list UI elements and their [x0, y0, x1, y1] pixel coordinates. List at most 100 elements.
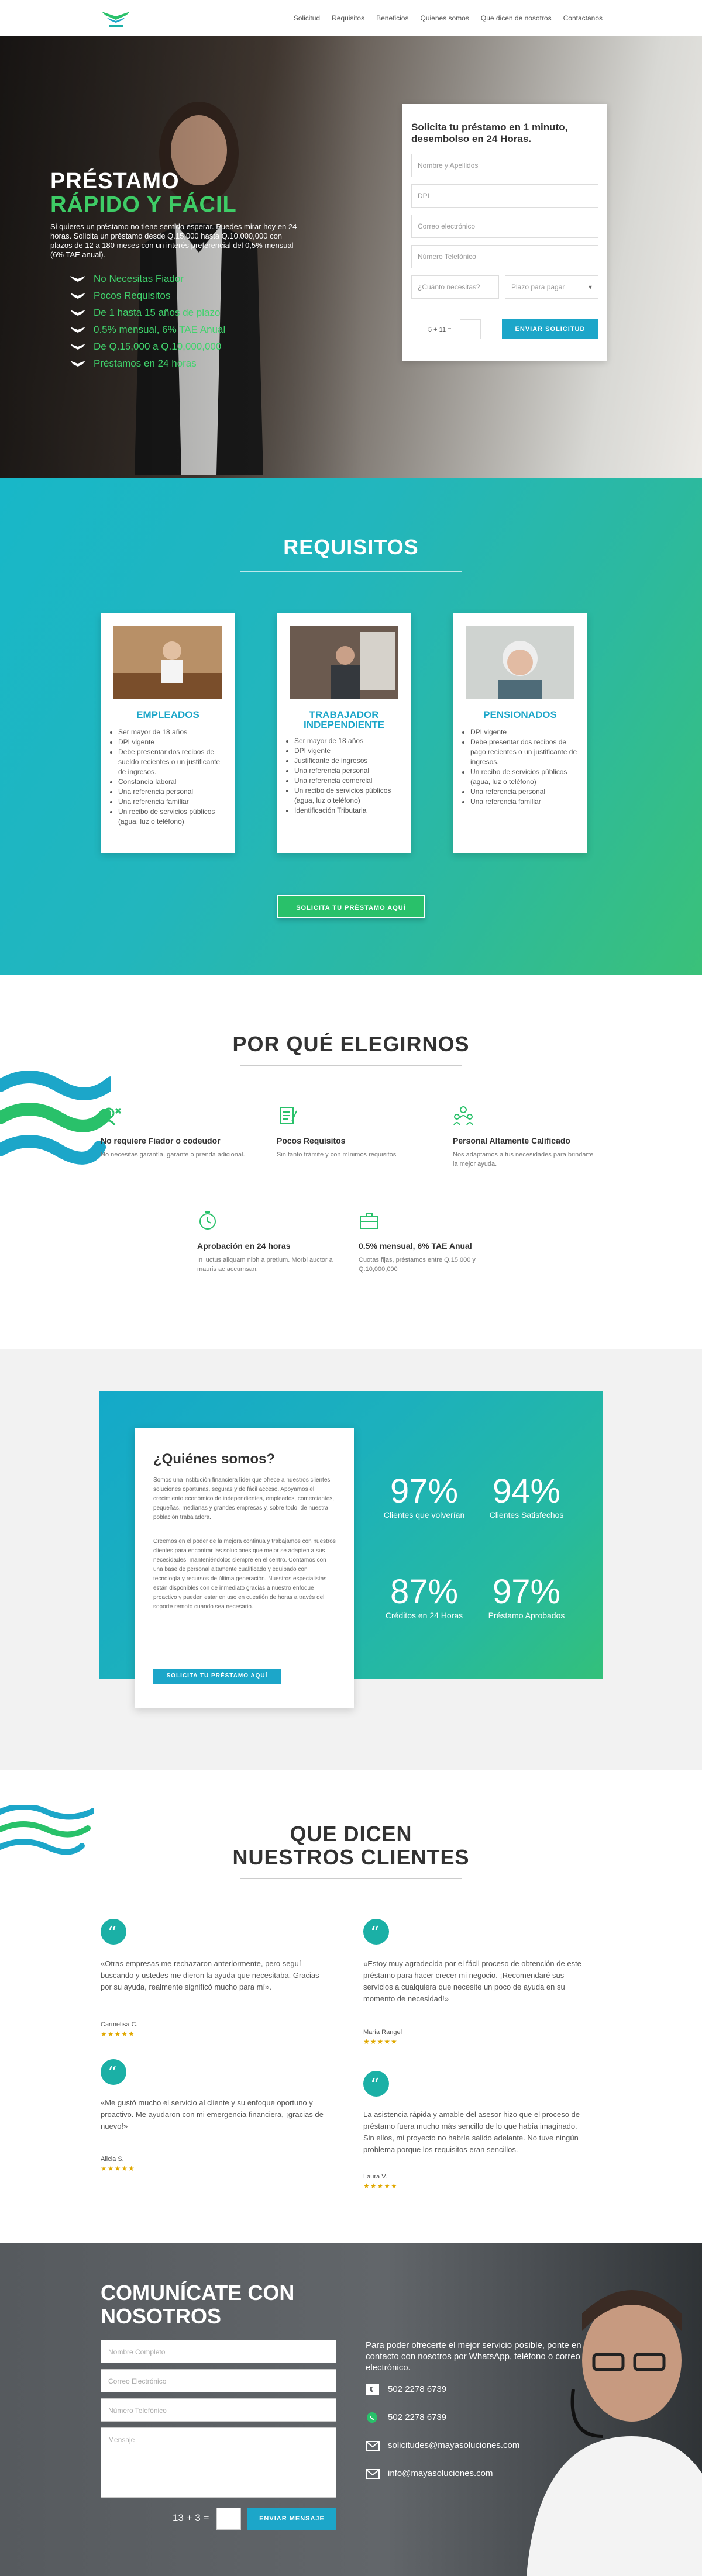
- quote-icon: “: [101, 2059, 126, 2085]
- testimonials-title-line2: NUESTROS CLIENTES: [232, 1845, 470, 1869]
- list-item: Debe presentar dos recibos de pago recie…: [470, 737, 579, 767]
- captcha-input[interactable]: [460, 319, 481, 339]
- briefcase-icon: [360, 1213, 378, 1229]
- testimonial-quote: «Estoy muy agradecida por el fácil proce…: [363, 1959, 581, 2003]
- company-logo[interactable]: [99, 6, 132, 29]
- nav-item-solicitud[interactable]: Solicitud: [294, 14, 320, 22]
- about-paragraph-1: Somos una institución financiera líder q…: [153, 1477, 335, 1521]
- testimonials-title: QUE DICEN NUESTROS CLIENTES: [0, 1822, 702, 1869]
- contact-intro: Para poder ofrecerte el mejor servicio p…: [366, 2340, 581, 2373]
- hero-benefit: De Q.15,000 a Q.10,000,000: [70, 338, 225, 355]
- nav-item-testimonios[interactable]: Que dicen de nosotros: [481, 14, 552, 22]
- list-item: Una referencia personal: [470, 787, 579, 797]
- list-item: Identificación Tributaria: [294, 806, 402, 816]
- send-message-button[interactable]: ENVIAR MENSAJE: [247, 2508, 336, 2530]
- requirement-card-employees: EMPLEADOS Ser mayor de 18 años DPI vigen…: [101, 613, 235, 853]
- contact-message-textarea[interactable]: Mensaje: [101, 2427, 336, 2498]
- hero-benefit-text: De Q.15,000 a Q.10,000,000: [94, 341, 222, 352]
- about-card: ¿Quiénes somos? Somos una institución fi…: [135, 1428, 354, 1708]
- whatsapp-icon: [367, 2412, 377, 2423]
- no-guarantor-icon: [102, 1107, 122, 1125]
- decorative-waves: [0, 1071, 111, 1165]
- list-item: Ser mayor de 18 años: [118, 727, 226, 737]
- support-agent-photo: [526, 2290, 702, 2576]
- stat-return-clients: 97% Clientes que volverían: [366, 1473, 483, 1520]
- hero-benefit-text: De 1 hasta 15 años de plazo: [94, 307, 221, 318]
- hero-intro: Si quieres un préstamo no tiene sentido …: [50, 222, 297, 259]
- contact-email-input[interactable]: Correo Electrónico: [101, 2369, 336, 2392]
- phone-input[interactable]: Número Telefónico: [411, 245, 598, 268]
- list-item: DPI vigente: [470, 727, 579, 737]
- nav-item-beneficios[interactable]: Beneficios: [376, 14, 408, 22]
- contact-title: COMUNÍCATE CON NOSOTROS: [101, 2281, 295, 2328]
- contact-captcha-input[interactable]: [216, 2508, 241, 2530]
- card-requirements-list: Ser mayor de 18 años DPI vigente Justifi…: [294, 736, 402, 816]
- list-item: Justificante de ingresos: [294, 756, 402, 766]
- contact-phone-input[interactable]: Número Telefónico: [101, 2398, 336, 2422]
- feature-24h-approval: Aprobación en 24 horas In luctus aliquam…: [197, 1210, 343, 1274]
- contact-email-requests[interactable]: solicitudes@mayasoluciones.com: [366, 2440, 519, 2451]
- hero-benefit-text: Pocos Requisitos: [94, 290, 171, 301]
- why-choose-us-section: POR QUÉ ELEGIRNOS No requiere Fiador o c…: [0, 975, 702, 1349]
- contact-name-input[interactable]: Nombre Completo: [101, 2340, 336, 2363]
- hero-benefit-text: No Necesitas Fiador: [94, 273, 184, 284]
- testimonial-author: Alicia S.: [101, 2156, 124, 2163]
- feature-qualified-staff: Personal Altamente Calificado Nos adapta…: [453, 1105, 599, 1169]
- term-select-value: Plazo para pagar: [511, 283, 565, 291]
- wing-icon: [70, 327, 85, 333]
- feature-text: No necesitas garantía, garante o prenda …: [101, 1151, 245, 1158]
- captcha-question: 5 + 11 =: [428, 326, 452, 333]
- nav-item-requisitos[interactable]: Requisitos: [332, 14, 364, 22]
- name-input[interactable]: Nombre y Apellidos: [411, 154, 598, 177]
- requirements-section: REQUISITOS EMPLEADOS Ser mayor de 18 año…: [0, 478, 702, 975]
- request-loan-button[interactable]: SOLICITA TU PRÉSTAMO AQUÍ: [277, 895, 425, 918]
- wing-icon: [70, 293, 85, 299]
- title-divider: [240, 1878, 462, 1879]
- title-divider: [240, 571, 462, 572]
- submit-request-button[interactable]: ENVIAR SOLICITUD: [502, 319, 598, 339]
- contact-whatsapp[interactable]: 502 2278 6739: [366, 2412, 446, 2423]
- nav-item-quienes-somos[interactable]: Quienes somos: [420, 14, 469, 22]
- rating-stars: ★★★★★: [363, 2038, 398, 2046]
- stat-value: 97%: [492, 1573, 561, 1611]
- feature-title: No requiere Fiador o codeudor: [101, 1136, 221, 1145]
- employee-photo: [113, 626, 222, 699]
- contact-email-info[interactable]: info@mayasoluciones.com: [366, 2468, 493, 2480]
- testimonial-author: Carmelisa C.: [101, 2021, 138, 2028]
- contact-phone[interactable]: 502 2278 6739: [366, 2384, 446, 2395]
- site-header: Solicitud Requisitos Beneficios Quienes …: [0, 0, 702, 36]
- svg-text:“: “: [370, 1923, 379, 1943]
- testimonials-section: QUE DICEN NUESTROS CLIENTES “ «Otras empr…: [0, 1770, 702, 2243]
- feature-low-interest: 0.5% mensual, 6% TAE Anual Cuotas fijas,…: [359, 1210, 505, 1274]
- hero-benefit: Préstamos en 24 horas: [70, 355, 225, 372]
- hero-title: PRÉSTAMO RÁPIDO Y FÁCIL: [50, 170, 237, 216]
- contact-email-info-text: info@mayasoluciones.com: [388, 2468, 493, 2478]
- requirement-card-pensioners: PENSIONADOS DPI vigente Debe presentar d…: [453, 613, 587, 853]
- testimonials-title-line1: QUE DICEN: [290, 1822, 412, 1846]
- mail-icon: [366, 2469, 380, 2479]
- svg-text:“: “: [370, 2075, 379, 2095]
- card-title: EMPLEADOS: [136, 709, 199, 720]
- dpi-input[interactable]: DPI: [411, 184, 598, 208]
- email-input[interactable]: Correo electrónico: [411, 215, 598, 238]
- about-request-loan-button[interactable]: SOLICITA TU PRÉSTAMO AQUÍ: [153, 1669, 281, 1684]
- about-title: ¿Quiénes somos?: [153, 1451, 276, 1467]
- quote-icon: “: [101, 1919, 126, 1945]
- feature-text: In luctus aliquam nibh a pretium. Morbi …: [197, 1256, 333, 1273]
- testimonial-author: Laura V.: [363, 2173, 387, 2180]
- clock-icon: [199, 1211, 216, 1230]
- independent-worker-photo: [290, 626, 398, 699]
- term-select[interactable]: Plazo para pagar ▾: [505, 275, 598, 299]
- stat-label: Créditos en 24 Horas: [385, 1611, 463, 1620]
- hero-benefit-text: Préstamos en 24 horas: [94, 358, 197, 369]
- rating-stars: ★★★★★: [101, 2030, 135, 2038]
- form-title: Solicita tu préstamo en 1 minuto, desemb…: [411, 122, 568, 144]
- chevron-down-icon: ▾: [588, 283, 592, 291]
- stat-value: 94%: [492, 1472, 561, 1510]
- nav-item-contactanos[interactable]: Contactanos: [563, 14, 603, 22]
- about-section: 97% Clientes que volverían 94% Clientes Sa…: [0, 1349, 702, 1770]
- list-item: Ser mayor de 18 años: [294, 736, 402, 746]
- title-divider: [240, 1065, 462, 1066]
- list-item: Una referencia personal: [294, 766, 402, 776]
- amount-input[interactable]: ¿Cuánto necesitas?: [411, 275, 499, 299]
